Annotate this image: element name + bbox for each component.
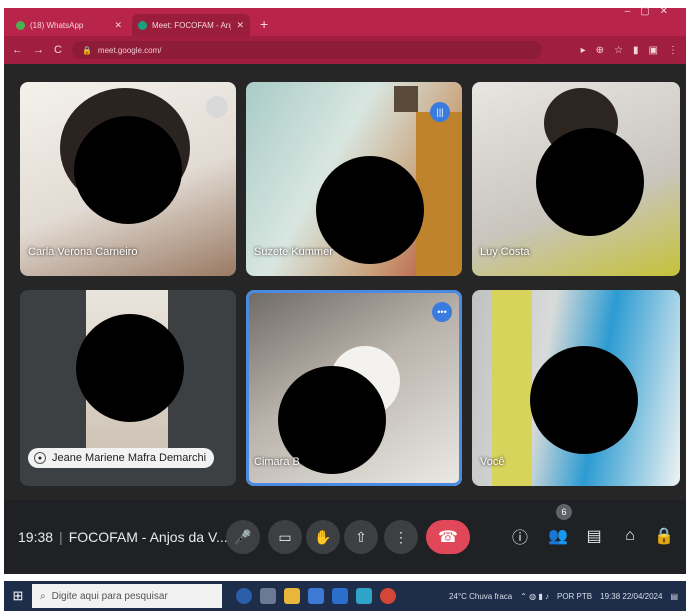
whatsapp-icon (16, 20, 25, 30)
participant-name: Suzete Kummer (254, 246, 333, 258)
meeting-control-bar: 19:38 | FOCOFAM - Anjos da V... 🎤 ▭ ✋ ⇧ ⋮ … (4, 500, 686, 574)
participant-tile-active[interactable]: ••• Cimara B (246, 290, 462, 486)
window-controls[interactable]: –▢✕ (625, 6, 678, 17)
zoom-icon[interactable]: ⊕ (596, 45, 604, 56)
new-tab-button[interactable]: + (260, 16, 268, 32)
activities-icon[interactable]: ⌂ (616, 522, 644, 550)
present-screen-button[interactable]: ⇧ (344, 520, 378, 554)
meeting-details-icon[interactable]: ⓘ (506, 522, 534, 550)
mail-icon[interactable] (332, 588, 348, 604)
participant-tile[interactable]: ||| Suzete Kummer (246, 82, 462, 276)
speaking-indicator-icon: ••• (432, 302, 452, 322)
participant-name: Luy Costa (480, 246, 530, 258)
windows-start-icon[interactable]: ⊞ (4, 581, 32, 611)
clock-date: 22/04/2024 (622, 591, 663, 601)
mic-off-icon: ● (34, 452, 46, 464)
tab-label: Meet: FOCOFAM - Anjos d (152, 20, 231, 30)
meeting-time: 19:38 (18, 529, 54, 545)
participant-name-pill: ● Jeane Mariene Mafra Demarchi (28, 448, 215, 468)
browser-tab-bar: (18) WhatsApp ✕ Meet: FOCOFAM - Anjos d … (4, 8, 686, 36)
clock-time: 19:38 (600, 591, 621, 601)
tab-meet[interactable]: Meet: FOCOFAM - Anjos d ✕ (132, 14, 250, 36)
tab-whatsapp[interactable]: (18) WhatsApp ✕ (10, 14, 128, 36)
more-options-button[interactable]: ⋮ (384, 520, 418, 554)
end-call-button[interactable]: ☎ (426, 520, 470, 554)
participant-tile[interactable]: ● Jeane Mariene Mafra Demarchi (20, 290, 236, 486)
participant-name: Jeane Mariene Mafra Demarchi (52, 452, 207, 464)
file-explorer-icon[interactable] (284, 588, 300, 604)
forward-icon[interactable]: → (33, 44, 44, 56)
redaction-circle (76, 314, 184, 422)
system-tray: 24°C Chuva fraca ⌃ ◍ ▮ ♪ POR PTB 19:38 2… (449, 592, 686, 601)
reload-icon[interactable]: C (54, 44, 62, 56)
windows-taskbar: ⊞ ⌕ Digite aqui para pesquisar 24°C Chuv… (4, 581, 686, 611)
meeting-title: FOCOFAM - Anjos da V... (68, 529, 228, 545)
participant-tile-self[interactable]: Você (472, 290, 680, 486)
cast-icon[interactable]: ▸ (581, 45, 586, 56)
url-field[interactable]: 🔒 meet.google.com/ (71, 41, 542, 59)
cortana-icon[interactable] (236, 588, 252, 604)
participant-name: Você (480, 456, 505, 468)
participant-name: Carla Verona Carneiro (28, 246, 138, 258)
weather-text[interactable]: 24°C Chuva fraca (449, 592, 512, 601)
edge-icon[interactable] (356, 588, 372, 604)
participant-count-badge: 6 (556, 504, 572, 520)
profile-icon[interactable]: ▣ (649, 45, 658, 56)
store-icon[interactable] (308, 588, 324, 604)
search-placeholder: Digite aqui para pesquisar (51, 590, 168, 602)
bookmark-star-icon[interactable]: ☆ (614, 45, 623, 56)
host-controls-icon[interactable]: 🔒 (650, 522, 678, 550)
extensions-icon[interactable]: ▮ (633, 45, 639, 56)
people-icon[interactable]: 👥 (544, 522, 572, 550)
notification-icon[interactable]: ▤ (670, 592, 678, 601)
video-grid: Carla Verona Carneiro ||| Suzete Kummer … (4, 64, 686, 574)
redaction-circle (530, 346, 638, 454)
taskbar-apps (236, 588, 396, 604)
chrome-icon[interactable] (380, 588, 396, 604)
lock-icon: 🔒 (81, 45, 92, 55)
taskbar-search-input[interactable]: ⌕ Digite aqui para pesquisar (32, 584, 222, 608)
speaking-indicator-icon: ||| (430, 102, 450, 122)
language-indicator[interactable]: POR PTB (557, 592, 592, 601)
close-tab-icon[interactable]: ✕ (114, 20, 122, 31)
raise-hand-button[interactable]: ✋ (306, 520, 340, 554)
menu-icon[interactable]: ⋮ (668, 45, 678, 56)
search-icon: ⌕ (40, 590, 46, 602)
back-icon[interactable]: ← (12, 44, 23, 56)
participant-name: Cimara B (254, 456, 300, 468)
tab-label: (18) WhatsApp (30, 20, 84, 30)
camera-button[interactable]: ▭ (268, 520, 302, 554)
redaction-circle (74, 116, 182, 224)
url-text: meet.google.com/ (97, 45, 162, 55)
clock[interactable]: 19:38 22/04/2024 (600, 592, 662, 601)
microphone-button[interactable]: 🎤 (226, 520, 260, 554)
close-tab-icon[interactable]: ✕ (236, 20, 244, 31)
meet-icon (138, 20, 147, 30)
chat-icon[interactable]: ▤ (580, 522, 608, 550)
tray-icons[interactable]: ⌃ ◍ ▮ ♪ (520, 592, 549, 601)
address-bar: ← → C 🔒 meet.google.com/ ▸ ⊕ ☆ ▮ ▣ ⋮ (4, 36, 686, 64)
meeting-info: 19:38 | FOCOFAM - Anjos da V... (18, 529, 228, 545)
participant-tile[interactable]: Carla Verona Carneiro (20, 82, 236, 276)
redaction-circle (536, 128, 644, 236)
participant-tile[interactable]: Luy Costa (472, 82, 680, 276)
task-view-icon[interactable] (260, 588, 276, 604)
toolbar-icons: ▸ ⊕ ☆ ▮ ▣ ⋮ (581, 45, 678, 56)
